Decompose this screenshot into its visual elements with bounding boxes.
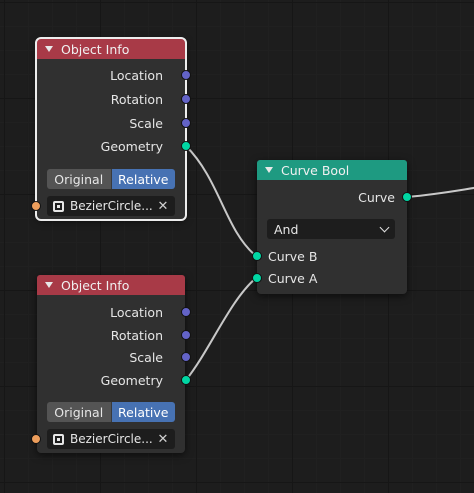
operation-dropdown[interactable]: And <box>267 219 395 239</box>
output-geometry: Geometry <box>101 369 163 391</box>
output-geometry: Geometry <box>101 135 163 157</box>
clear-icon[interactable]: ✕ <box>155 432 171 447</box>
socket-label: Rotation <box>110 327 163 343</box>
object-field[interactable]: BezierCircle... ✕ <box>47 429 175 449</box>
relative-button[interactable]: Relative <box>110 169 175 189</box>
socket-label: Location <box>110 304 163 320</box>
object-info-node-1[interactable]: Object Info Location Rotation Scale Geom… <box>31 37 191 221</box>
socket-label: Scale <box>129 115 163 131</box>
geometry-socket[interactable] <box>181 375 191 385</box>
curve-bool-node[interactable]: Curve Bool Curve And Curve B Curve A <box>252 160 412 294</box>
link-geometry2-to-curve-a <box>185 277 257 381</box>
object-input-socket[interactable] <box>31 201 41 211</box>
chevron-down-icon <box>379 222 390 232</box>
geometry-socket[interactable] <box>181 141 191 151</box>
link-geometry1-to-curve-b <box>185 145 257 257</box>
input-curve-a: Curve A <box>268 267 317 289</box>
original-button[interactable]: Original <box>47 402 111 422</box>
operation-value: And <box>274 221 299 237</box>
object-input-socket[interactable] <box>31 434 41 444</box>
curve-a-socket[interactable] <box>252 273 262 283</box>
curve-output-socket[interactable] <box>402 192 412 202</box>
node-header[interactable]: Curve Bool <box>257 160 407 180</box>
socket-label: Geometry <box>100 372 163 388</box>
socket-label: Scale <box>129 349 163 365</box>
output-scale: Scale <box>129 112 163 134</box>
link-curve-out <box>406 186 474 198</box>
transform-mode-toggle: Original Relative <box>47 169 175 189</box>
node-header[interactable]: Object Info <box>37 39 185 59</box>
object-field[interactable]: BezierCircle... ✕ <box>47 196 175 216</box>
object-name: BezierCircle... <box>70 199 153 213</box>
object-icon <box>53 200 64 212</box>
object-info-node-2[interactable]: Object Info Location Rotation Scale Geom… <box>31 275 191 453</box>
clear-icon[interactable]: ✕ <box>155 199 171 214</box>
rotation-socket[interactable] <box>181 94 191 104</box>
socket-label: Rotation <box>110 91 163 107</box>
node-title: Object Info <box>61 277 130 293</box>
input-curve-b: Curve B <box>268 245 317 267</box>
collapse-triangle-icon[interactable] <box>45 46 53 52</box>
output-location: Location <box>110 301 163 323</box>
object-icon <box>53 433 64 445</box>
socket-label: Curve B <box>268 248 318 264</box>
scale-socket[interactable] <box>181 118 191 128</box>
collapse-triangle-icon[interactable] <box>265 167 273 173</box>
output-rotation: Rotation <box>111 324 163 346</box>
socket-label: Curve <box>358 189 395 205</box>
socket-label: Geometry <box>100 138 163 154</box>
output-curve: Curve <box>358 186 395 208</box>
transform-mode-toggle: Original Relative <box>47 402 175 422</box>
collapse-triangle-icon[interactable] <box>45 282 53 288</box>
curve-b-socket[interactable] <box>252 251 262 261</box>
node-title: Object Info <box>61 41 130 57</box>
scale-socket[interactable] <box>181 352 191 362</box>
object-name: BezierCircle... <box>70 432 153 446</box>
socket-label: Location <box>110 67 163 83</box>
output-rotation: Rotation <box>111 88 163 110</box>
output-location: Location <box>110 64 163 86</box>
relative-button[interactable]: Relative <box>110 402 175 422</box>
socket-label: Curve A <box>268 270 318 286</box>
node-title: Curve Bool <box>281 162 350 178</box>
location-socket[interactable] <box>181 70 191 80</box>
output-scale: Scale <box>129 346 163 368</box>
node-editor-canvas[interactable]: Object Info Location Rotation Scale Geom… <box>0 0 474 493</box>
rotation-socket[interactable] <box>181 330 191 340</box>
original-button[interactable]: Original <box>47 169 111 189</box>
location-socket[interactable] <box>181 307 191 317</box>
node-header[interactable]: Object Info <box>37 275 185 295</box>
